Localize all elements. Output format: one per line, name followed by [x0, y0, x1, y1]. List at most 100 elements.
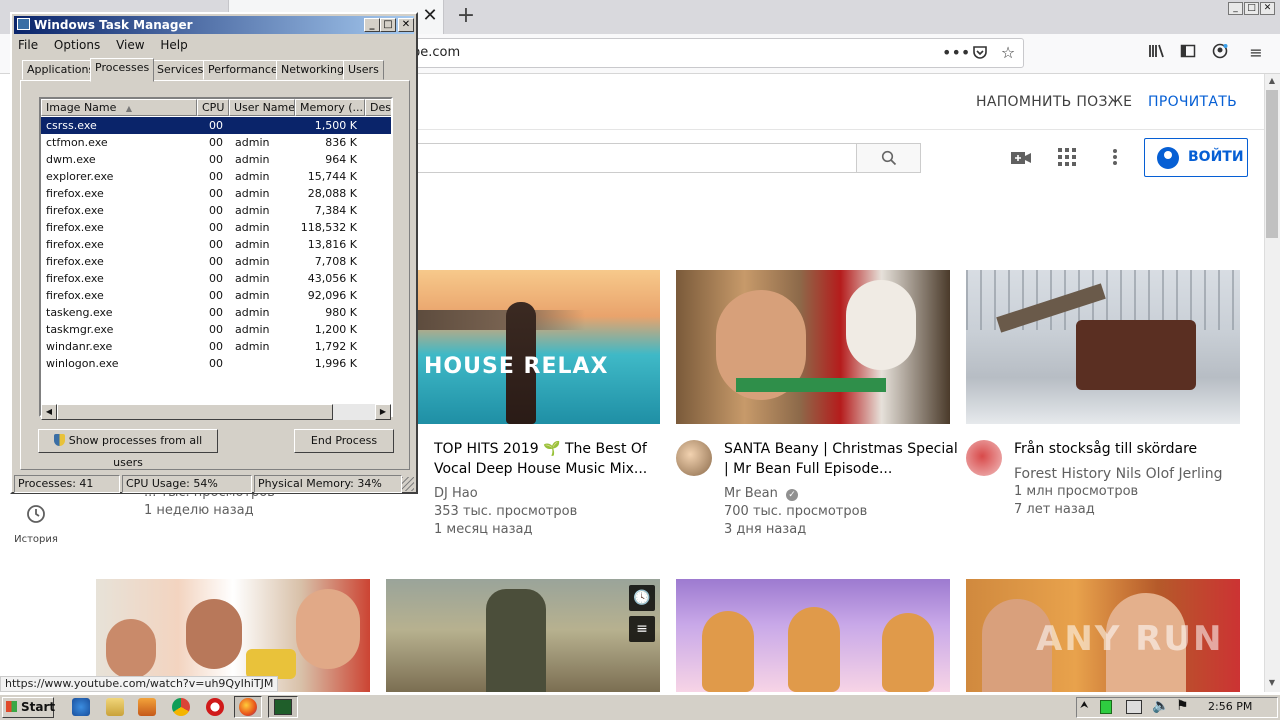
chrome-icon[interactable]: [172, 698, 190, 716]
watch-later-icon[interactable]: 🕓: [629, 585, 655, 611]
channel-avatar[interactable]: [966, 440, 1002, 476]
table-row[interactable]: ctfmon.exe 00 admin 836 K: [41, 134, 391, 151]
flag-icon[interactable]: ⚑: [1176, 698, 1189, 714]
video-thumbnail[interactable]: 🕓 ≡: [386, 579, 660, 692]
video-thumbnail[interactable]: HOUSE RELAX: [410, 270, 660, 424]
close-window-button[interactable]: ✕: [1260, 2, 1275, 15]
ie-icon[interactable]: [72, 698, 90, 716]
video-channel[interactable]: DJ Hao: [434, 485, 478, 503]
tab-processes[interactable]: Processes: [90, 58, 155, 82]
create-video-icon[interactable]: [1010, 148, 1032, 168]
end-process-button[interactable]: End Process: [294, 429, 394, 453]
account-icon[interactable]: [1210, 43, 1230, 63]
sidebar-item-history[interactable]: История: [0, 500, 72, 560]
table-row[interactable]: firefox.exe 00 admin 7,708 K: [41, 253, 391, 270]
bookmark-star-icon[interactable]: ☆: [997, 43, 1019, 63]
process-cpu: 00: [209, 221, 223, 234]
video-channel[interactable]: Forest History Nils Olof Jerling: [1014, 465, 1223, 483]
tab-networking[interactable]: Networking: [276, 60, 349, 80]
tm-maximize-button[interactable]: □: [380, 18, 396, 32]
tab-performance[interactable]: Performance: [203, 60, 283, 80]
volume-icon[interactable]: 🔈: [1152, 698, 1169, 714]
table-row[interactable]: firefox.exe 00 admin 28,088 K: [41, 185, 391, 202]
table-row[interactable]: csrss.exe 00 1,500 K: [41, 117, 391, 134]
task-manager-title[interactable]: Windows Task Manager: [14, 16, 414, 34]
opera-icon[interactable]: [206, 698, 224, 716]
process-name: firefox.exe: [46, 204, 104, 217]
video-thumbnail[interactable]: [676, 270, 950, 424]
video-channel[interactable]: Mr Bean ✓: [724, 485, 798, 503]
search-input[interactable]: [410, 143, 857, 173]
horizontal-scrollbar[interactable]: ◀ ▶: [41, 404, 391, 420]
read-button[interactable]: ПРОЧИТАТЬ: [1148, 94, 1237, 110]
video-thumbnail[interactable]: [676, 579, 950, 692]
tab-applications[interactable]: Applications: [22, 60, 100, 80]
tab-users[interactable]: Users: [343, 60, 384, 80]
process-name: dwm.exe: [46, 153, 96, 166]
pocket-icon[interactable]: [970, 44, 990, 64]
tm-close-button[interactable]: ✕: [398, 18, 414, 32]
action-center-icon[interactable]: [1126, 700, 1142, 714]
sidebar-icon[interactable]: [1178, 43, 1198, 63]
menu-file[interactable]: File: [18, 38, 38, 52]
table-row[interactable]: firefox.exe 00 admin 43,056 K: [41, 270, 391, 287]
table-row[interactable]: firefox.exe 00 admin 92,096 K: [41, 287, 391, 304]
table-row[interactable]: firefox.exe 00 admin 7,384 K: [41, 202, 391, 219]
col-description[interactable]: Desc: [365, 99, 391, 116]
col-image-name[interactable]: Image Name ▲: [41, 99, 197, 116]
video-thumbnail[interactable]: [966, 270, 1240, 424]
table-row[interactable]: taskeng.exe 00 admin 980 K: [41, 304, 391, 321]
table-row[interactable]: winlogon.exe 00 1,996 K: [41, 355, 391, 372]
url-text[interactable]: be.com: [412, 45, 460, 60]
video-title[interactable]: TOP HITS 2019 🌱 The Best Of Vocal Deep H…: [434, 439, 674, 479]
tray-expand-icon[interactable]: ⮝: [1080, 700, 1089, 711]
scroll-down-icon[interactable]: ▼: [1266, 678, 1278, 690]
tab-services[interactable]: Services: [152, 60, 209, 80]
sign-in-button[interactable]: ВОЙТИ: [1144, 138, 1248, 177]
table-row[interactable]: firefox.exe 00 admin 118,532 K: [41, 219, 391, 236]
maximize-window-button[interactable]: □: [1244, 2, 1259, 15]
taskbar-firefox-button[interactable]: [234, 696, 262, 718]
table-row[interactable]: taskmgr.exe 00 admin 1,200 K: [41, 321, 391, 338]
menu-icon[interactable]: ≡: [1246, 43, 1266, 63]
taskbar-taskmgr-button[interactable]: [268, 696, 298, 718]
scroll-up-icon[interactable]: ▲: [1266, 76, 1278, 88]
video-thumbnail[interactable]: ANY RUN: [966, 579, 1240, 692]
cpu-meter-icon[interactable]: [1100, 700, 1112, 714]
menu-help[interactable]: Help: [160, 38, 187, 52]
table-row[interactable]: windanr.exe 00 admin 1,792 K: [41, 338, 391, 355]
new-tab-icon[interactable]: +: [454, 4, 478, 28]
table-row[interactable]: firefox.exe 00 admin 13,816 K: [41, 236, 391, 253]
search-button[interactable]: [856, 143, 921, 173]
library-icon[interactable]: [1146, 43, 1168, 63]
menu-view[interactable]: View: [116, 38, 144, 52]
show-all-processes-button[interactable]: Show processes from all users: [38, 429, 218, 469]
channel-avatar[interactable]: [676, 440, 712, 476]
minimize-window-button[interactable]: _: [1228, 2, 1243, 15]
url-bar[interactable]: [410, 38, 1024, 68]
scroll-right-icon[interactable]: ▶: [375, 404, 391, 420]
col-cpu[interactable]: CPU: [197, 99, 229, 116]
scrollbar-thumb[interactable]: [1266, 90, 1278, 238]
media-player-icon[interactable]: [138, 698, 156, 716]
apps-grid-icon[interactable]: [1058, 148, 1078, 168]
video-title[interactable]: Från stocksåg till skördare: [1014, 439, 1254, 459]
folder-icon[interactable]: [106, 698, 124, 716]
taskbar-clock[interactable]: 2:56 PM: [1208, 700, 1252, 713]
hscroll-thumb[interactable]: [57, 404, 333, 420]
remind-later-button[interactable]: НАПОМНИТЬ ПОЗЖЕ: [976, 94, 1132, 110]
table-row[interactable]: dwm.exe 00 admin 964 K: [41, 151, 391, 168]
tab-close-icon[interactable]: ✕: [420, 6, 440, 26]
add-to-queue-icon[interactable]: ≡: [629, 616, 655, 642]
table-row[interactable]: explorer.exe 00 admin 15,744 K: [41, 168, 391, 185]
process-list[interactable]: Image Name ▲ CPU User Name Memory (... D…: [39, 97, 393, 417]
resize-grip[interactable]: [402, 477, 414, 491]
tm-minimize-button[interactable]: _: [364, 18, 380, 32]
scroll-left-icon[interactable]: ◀: [41, 404, 57, 420]
col-memory[interactable]: Memory (...: [295, 99, 365, 116]
more-icon[interactable]: •••: [942, 43, 970, 63]
video-title[interactable]: SANTA Beany | Christmas Special | Mr Bea…: [724, 439, 964, 479]
col-user-name[interactable]: User Name: [229, 99, 295, 116]
menu-options[interactable]: Options: [54, 38, 100, 52]
settings-dots-icon[interactable]: [1112, 148, 1120, 168]
